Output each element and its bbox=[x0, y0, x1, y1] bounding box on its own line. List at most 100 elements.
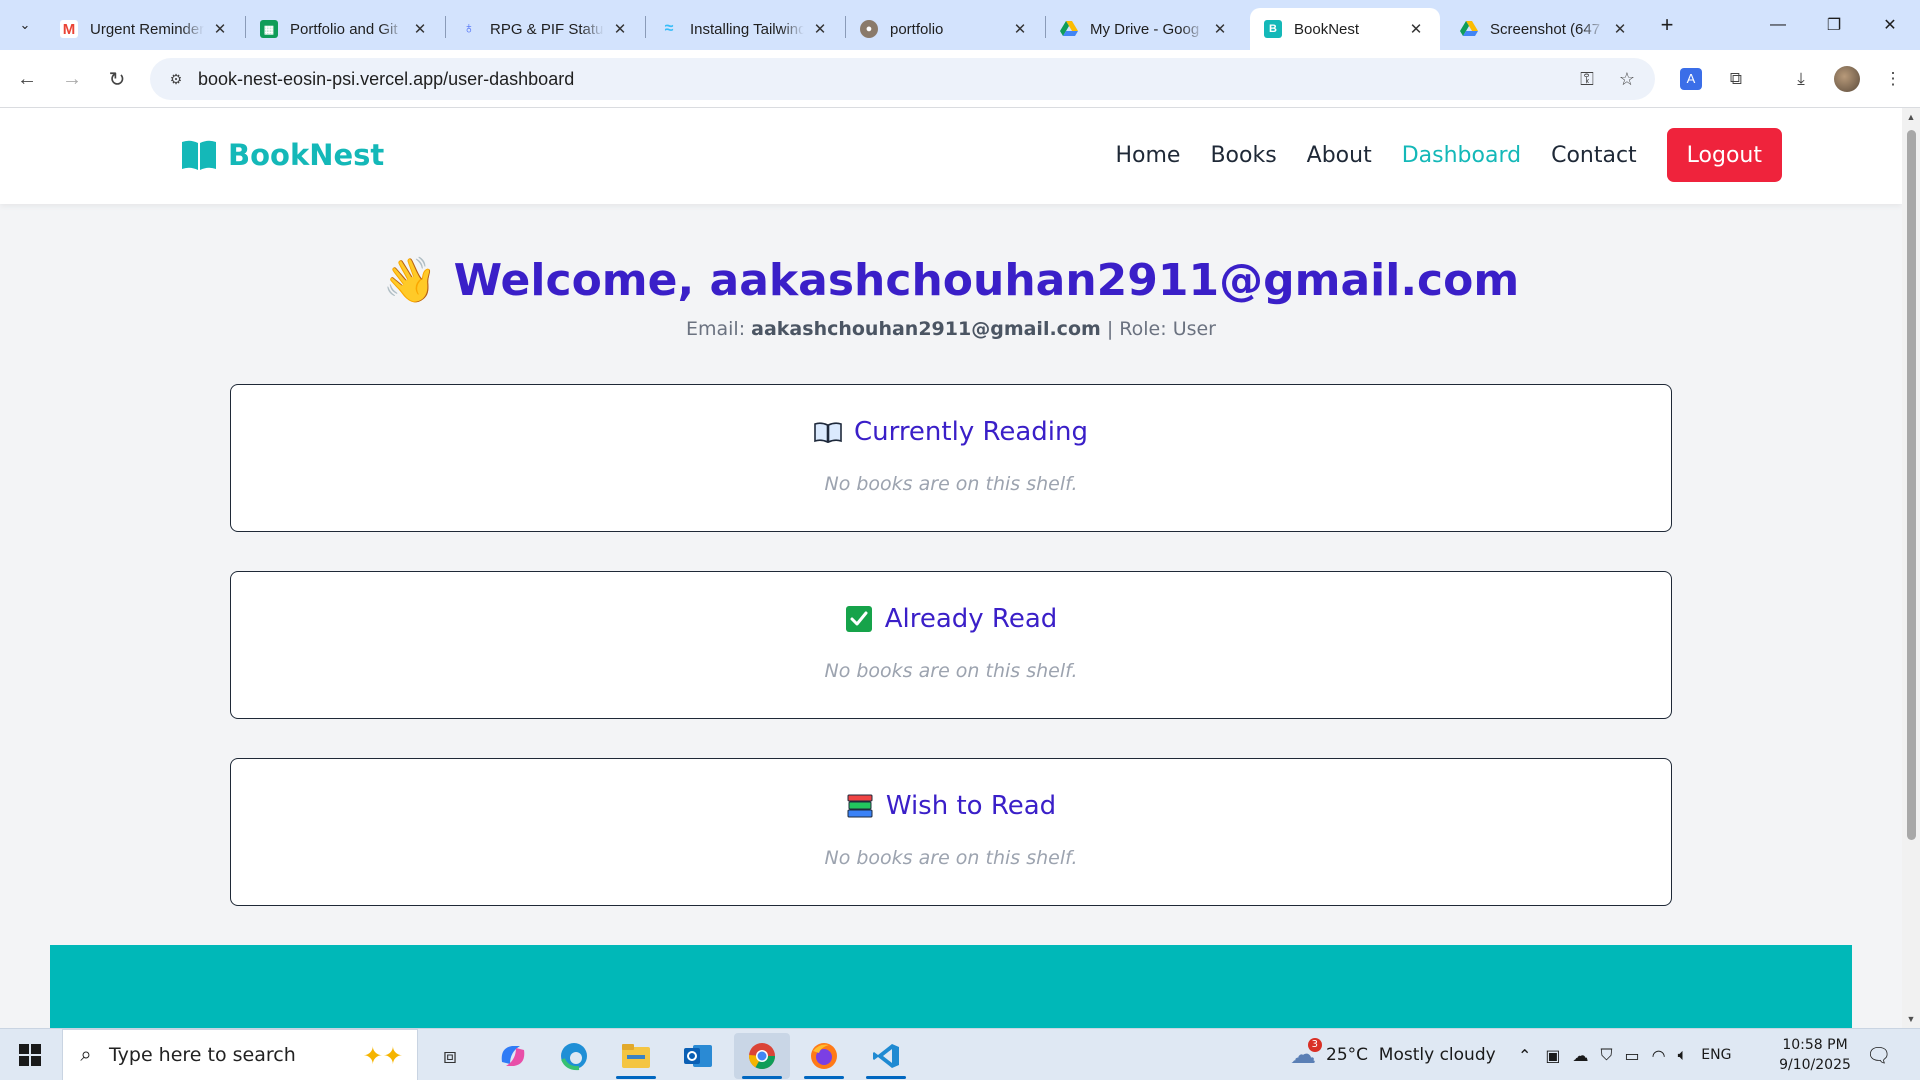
shelf-title: Currently Reading bbox=[853, 417, 1089, 447]
windows-logo-icon bbox=[19, 1044, 41, 1066]
close-tab-icon[interactable]: ✕ bbox=[1406, 20, 1426, 38]
downloads-icon[interactable]: ⤓ bbox=[1786, 64, 1816, 94]
taskbar-clock[interactable]: 10:58 PM 9/10/2025 bbox=[1770, 1035, 1860, 1075]
address-bar[interactable]: ⚙ book-nest-eosin-psi.vercel.app/user-da… bbox=[150, 58, 1655, 100]
info-separator: | bbox=[1106, 318, 1114, 340]
tab-search-button[interactable]: ⌄ bbox=[8, 8, 42, 42]
volume-icon[interactable]: 🔈︎ bbox=[1678, 1045, 1688, 1065]
shelf-empty-message: No books are on this shelf. bbox=[824, 473, 1078, 495]
notification-center-icon[interactable]: 🗨︎ bbox=[1866, 1029, 1891, 1080]
language-indicator[interactable]: ENG bbox=[1701, 1047, 1731, 1063]
nav-about[interactable]: About bbox=[1307, 143, 1372, 168]
task-view-icon[interactable]: ⧈ bbox=[422, 1033, 478, 1079]
gmail-icon: M bbox=[60, 20, 78, 38]
back-button[interactable]: ← bbox=[10, 62, 44, 96]
profile-avatar[interactable] bbox=[1834, 66, 1860, 92]
firefox-icon[interactable] bbox=[796, 1033, 852, 1079]
close-tab-icon[interactable]: ✕ bbox=[1610, 20, 1630, 38]
browser-tab[interactable]: ≈ Installing Tailwind ✕ bbox=[646, 8, 844, 50]
weather-widget[interactable]: ☁ 3 25°C Mostly cloudy bbox=[1290, 1029, 1496, 1080]
active-indicator bbox=[616, 1076, 656, 1079]
edge-browser-icon[interactable] bbox=[546, 1033, 602, 1079]
new-tab-button[interactable]: + bbox=[1652, 10, 1682, 40]
minimize-button[interactable]: — bbox=[1750, 0, 1806, 50]
shelf-already-read: Already Read No books are on this shelf. bbox=[230, 571, 1672, 719]
tab-title: Screenshot (647 bbox=[1490, 20, 1601, 38]
nav-dashboard[interactable]: Dashboard bbox=[1402, 143, 1521, 168]
restore-button[interactable]: ❐ bbox=[1806, 0, 1862, 50]
forward-button[interactable]: → bbox=[55, 62, 89, 96]
close-window-button[interactable]: ✕ bbox=[1862, 0, 1918, 50]
github-icon: ● bbox=[860, 20, 878, 38]
close-tab-icon[interactable]: ✕ bbox=[410, 20, 430, 38]
tab-title: Installing Tailwind bbox=[690, 20, 804, 38]
booknest-icon: B bbox=[1264, 20, 1282, 38]
open-book-logo-icon bbox=[182, 140, 216, 170]
onedrive-cloud-icon[interactable]: ☁ bbox=[1573, 1046, 1589, 1065]
clock-time: 10:58 PM bbox=[1782, 1037, 1848, 1053]
tab-title: RPG & PIF Status bbox=[490, 20, 604, 38]
brand-logo[interactable]: BookNest bbox=[180, 138, 384, 172]
active-indicator bbox=[866, 1076, 906, 1079]
security-icon[interactable]: ⛉ bbox=[1601, 1045, 1613, 1065]
weather-badge: 3 bbox=[1307, 1038, 1322, 1052]
page-scrollbar[interactable]: ▲ ▼ bbox=[1902, 108, 1920, 1028]
tab-title: BookNest bbox=[1294, 20, 1360, 38]
sheets-icon: ▦ bbox=[260, 20, 278, 38]
windows-start-button[interactable] bbox=[0, 1029, 60, 1080]
tab-title: Urgent Reminder bbox=[90, 20, 204, 38]
search-icon: ⌕ bbox=[80, 1043, 92, 1066]
browser-tab[interactable]: Screenshot (647 ✕ bbox=[1446, 8, 1644, 50]
site-info-icon[interactable]: ⚙ bbox=[156, 59, 196, 99]
brand-name: BookNest bbox=[228, 138, 385, 172]
reload-button[interactable]: ↻ bbox=[100, 62, 134, 96]
password-key-icon[interactable]: ⚿ bbox=[1571, 62, 1603, 96]
nav-home[interactable]: Home bbox=[1115, 143, 1180, 168]
browser-tab[interactable]: M Urgent Reminder ✕ bbox=[46, 8, 244, 50]
browser-tab[interactable]: ♁ RPG & PIF Status ✕ bbox=[446, 8, 644, 50]
copilot-sparkle-icon: ✦✦ bbox=[362, 1043, 403, 1070]
shelf-title: Wish to Read bbox=[885, 791, 1057, 821]
welcome-heading: 👋 Welcome, aakashchouhan2911@gmail.com bbox=[0, 254, 1902, 307]
browser-menu-icon[interactable]: ⋮ bbox=[1878, 64, 1908, 94]
close-tab-icon[interactable]: ✕ bbox=[810, 20, 830, 38]
role-value: User bbox=[1172, 318, 1216, 340]
nav-books[interactable]: Books bbox=[1210, 143, 1276, 168]
shelf-heading: Currently Reading bbox=[231, 417, 1671, 447]
system-tray: ⌃ ▣ ☁ ⛉ ▭ ◠ 🔈︎ ENG bbox=[1518, 1029, 1731, 1080]
outlook-icon[interactable] bbox=[670, 1033, 726, 1079]
browser-tab[interactable]: ▦ Portfolio and Git ✕ bbox=[246, 8, 444, 50]
scrollbar-thumb[interactable] bbox=[1907, 130, 1916, 840]
chrome-icon[interactable] bbox=[734, 1033, 790, 1079]
show-hidden-icons-icon[interactable]: ⌃ bbox=[1518, 1046, 1531, 1065]
close-tab-icon[interactable]: ✕ bbox=[1010, 20, 1030, 38]
translate-extension-icon[interactable]: A bbox=[1676, 64, 1706, 94]
shelf-wish-to-read: Wish to Read No books are on this shelf. bbox=[230, 758, 1672, 906]
browser-tab[interactable]: ● portfolio ✕ bbox=[846, 8, 1044, 50]
site-navbar: BookNest Home Books About Dashboard Cont… bbox=[0, 108, 1902, 204]
windows-taskbar: ⌕ Type here to search ✦✦ ⧈ ☁ 3 25°C Mostl… bbox=[0, 1028, 1920, 1080]
shelf-empty-message: No books are on this shelf. bbox=[824, 660, 1078, 682]
taskbar-search-box[interactable]: ⌕ Type here to search ✦✦ bbox=[62, 1029, 418, 1080]
url-text[interactable]: book-nest-eosin-psi.vercel.app/user-dash… bbox=[198, 69, 574, 90]
weather-text: 25°C Mostly cloudy bbox=[1326, 1045, 1496, 1065]
copilot-icon[interactable] bbox=[485, 1033, 541, 1079]
meet-now-icon[interactable]: ▣ bbox=[1545, 1046, 1560, 1065]
close-tab-icon[interactable]: ✕ bbox=[610, 20, 630, 38]
browser-tab-active[interactable]: B BookNest ✕ bbox=[1250, 8, 1440, 50]
scroll-up-arrow-icon[interactable]: ▲ bbox=[1906, 112, 1916, 122]
file-explorer-icon[interactable] bbox=[608, 1033, 664, 1079]
extensions-puzzle-icon[interactable]: ⧉ bbox=[1721, 64, 1751, 94]
wifi-icon[interactable]: ◠ bbox=[1652, 1046, 1666, 1065]
scroll-down-arrow-icon[interactable]: ▼ bbox=[1906, 1014, 1916, 1024]
bookmark-star-icon[interactable]: ☆ bbox=[1611, 62, 1643, 96]
close-tab-icon[interactable]: ✕ bbox=[1210, 20, 1230, 38]
logout-button[interactable]: Logout bbox=[1666, 128, 1782, 182]
vscode-icon[interactable] bbox=[858, 1033, 914, 1079]
close-tab-icon[interactable]: ✕ bbox=[210, 20, 230, 38]
nav-contact[interactable]: Contact bbox=[1551, 143, 1637, 168]
battery-icon[interactable]: ▭ bbox=[1625, 1046, 1640, 1065]
browser-tab[interactable]: My Drive - Goog ✕ bbox=[1046, 8, 1244, 50]
shelf-title: Already Read bbox=[884, 604, 1058, 634]
active-indicator bbox=[804, 1076, 844, 1079]
